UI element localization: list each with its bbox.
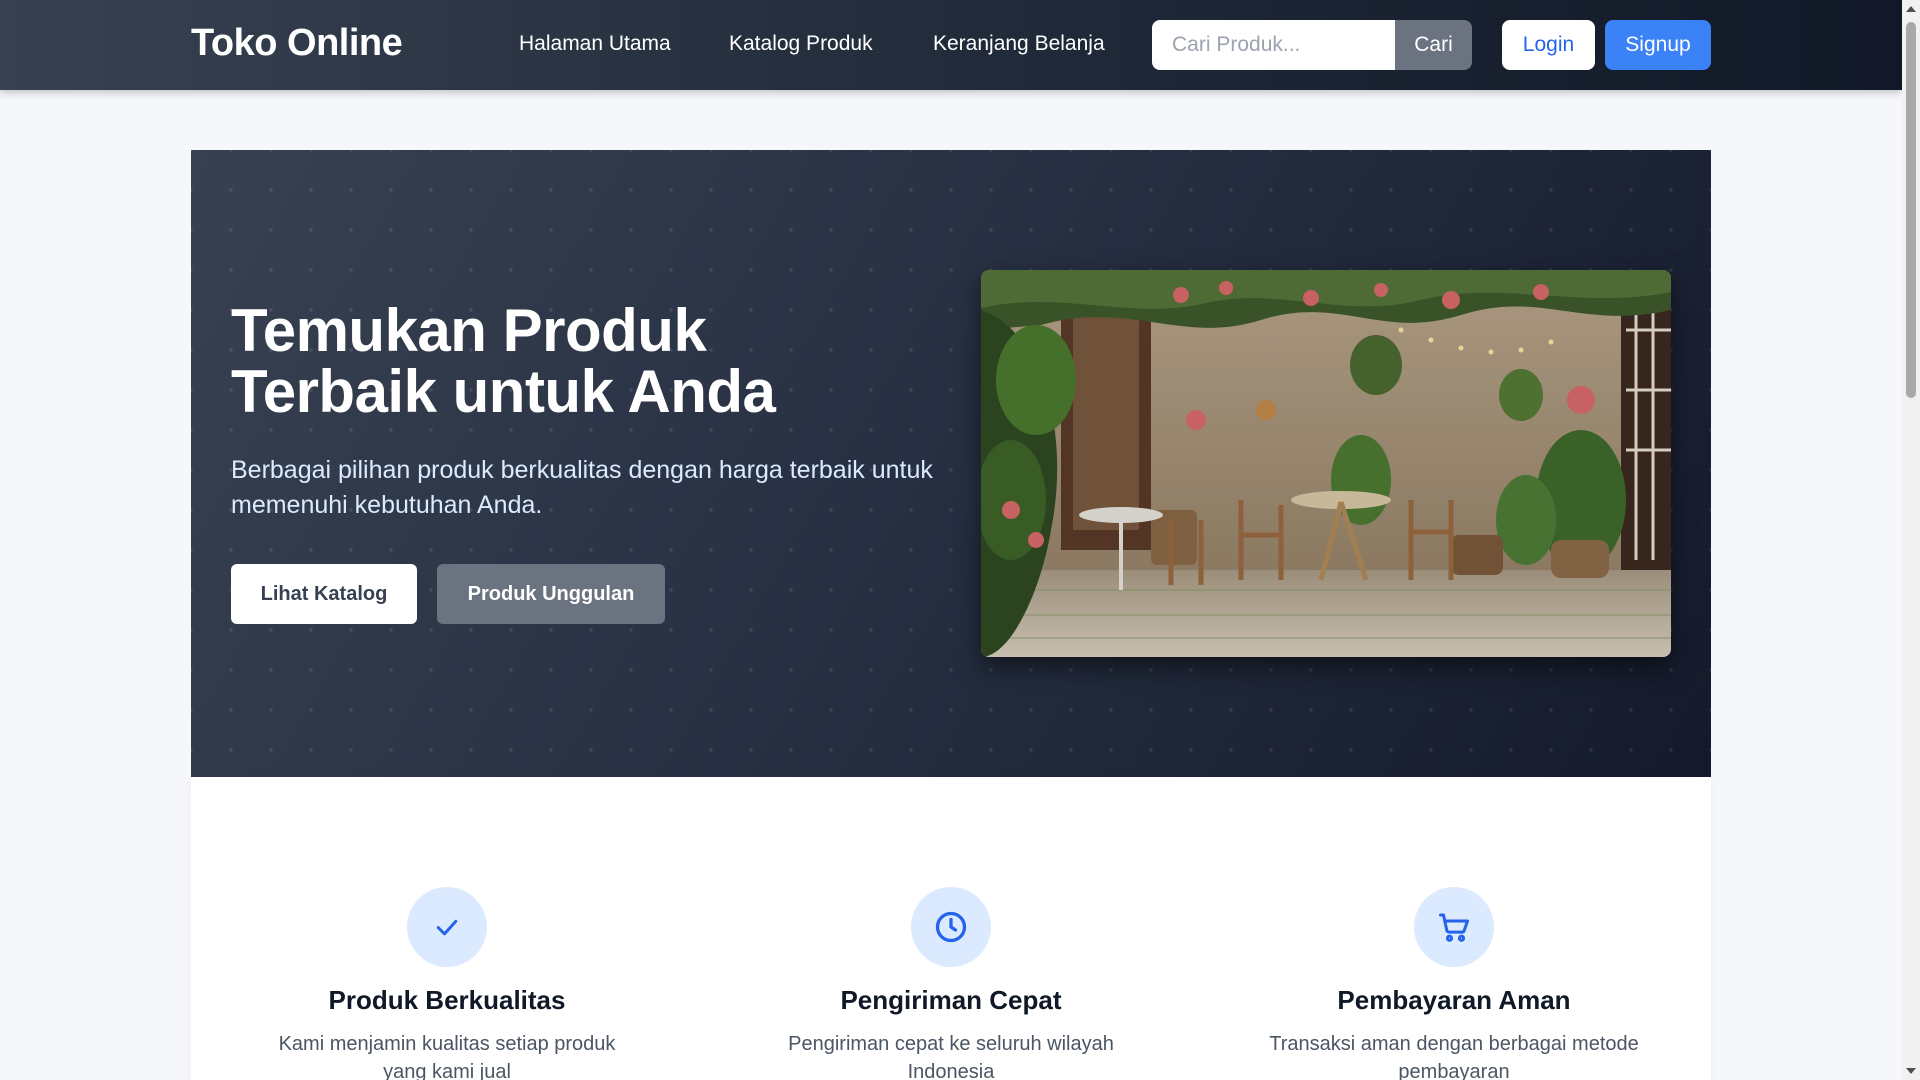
signup-button[interactable]: Signup	[1605, 20, 1711, 70]
clock-icon	[911, 887, 991, 967]
scroll-down-icon[interactable]	[1906, 1068, 1916, 1074]
login-button[interactable]: Login	[1502, 20, 1595, 70]
hero-description: Berbagai pilihan produk berkualitas deng…	[231, 456, 933, 519]
feature-quality: Produk Berkualitas Kami menjamin kualita…	[237, 887, 657, 1080]
search-form: Cari	[1152, 20, 1472, 70]
cart-icon	[1414, 887, 1494, 967]
feature-description: Pengiriman cepat ke seluruh wilayah Indo…	[788, 1033, 1114, 1080]
feature-title: Produk Berkualitas	[328, 985, 566, 1015]
nav-link-catalog[interactable]: Katalog Produk	[729, 32, 873, 56]
hero-section: Temukan Produk Terbaik untuk Anda Berbag…	[191, 150, 1711, 777]
navbar: Toko Online Halaman Utama Katalog Produk…	[0, 0, 1902, 90]
hero-image	[981, 270, 1671, 657]
feature-description: Kami menjamin kualitas setiap produk yan…	[278, 1033, 616, 1080]
scroll-thumb[interactable]	[1906, 22, 1916, 398]
brand-logo[interactable]: Toko Online	[191, 22, 403, 65]
view-catalog-button[interactable]: Lihat Katalog	[231, 564, 417, 624]
hero-title-line-2: Terbaik untuk Anda	[231, 358, 776, 425]
feature-payment: Pembayaran Aman Transaksi aman dengan be…	[1244, 887, 1664, 1080]
nav-link-cart[interactable]: Keranjang Belanja	[933, 32, 1105, 56]
feature-title: Pembayaran Aman	[1337, 985, 1571, 1015]
feature-title: Pengiriman Cepat	[840, 985, 1062, 1015]
hero-title: Temukan Produk Terbaik untuk Anda	[231, 300, 931, 422]
hero-title-line-1: Temukan Produk	[231, 297, 707, 364]
page-scrollbar[interactable]	[1902, 0, 1920, 1080]
check-icon	[407, 887, 487, 967]
scroll-up-icon[interactable]	[1906, 6, 1916, 12]
feature-description: Transaksi aman dengan berbagai metode pe…	[1269, 1033, 1639, 1080]
features-section: Produk Berkualitas Kami menjamin kualita…	[191, 777, 1711, 1080]
feature-shipping: Pengiriman Cepat Pengiriman cepat ke sel…	[741, 887, 1161, 1080]
search-button[interactable]: Cari	[1395, 20, 1472, 70]
featured-products-button[interactable]: Produk Unggulan	[437, 564, 665, 624]
search-input[interactable]	[1152, 20, 1395, 70]
nav-link-home[interactable]: Halaman Utama	[519, 32, 671, 56]
